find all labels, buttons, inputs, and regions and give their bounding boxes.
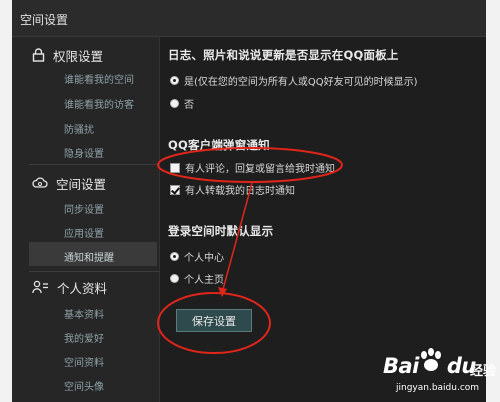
radio-button[interactable]: [170, 76, 179, 85]
watermark-url: jingyan.baidu.com: [396, 383, 480, 393]
sidebar-item-anti-harassment[interactable]: 防骚扰: [64, 121, 94, 136]
window: 空间设置 权限设置 谁能看我的空间 谁能看我的访客 防骚扰 隐身设置 空间设置 …: [0, 0, 500, 402]
watermark-brand: Bai du: [383, 354, 476, 378]
title-bar: 空间设置: [12, 0, 486, 37]
left-margin: [0, 0, 12, 402]
sidebar-section-profile[interactable]: 个人资料: [32, 277, 107, 297]
user-card-icon: [32, 280, 48, 294]
section-heading-qq-panel: 日志、照片和说说更新是否显示在QQ面板上: [168, 48, 399, 62]
radio-option-personal-center[interactable]: 个人中心: [170, 249, 224, 264]
radio-label: 个人主页: [184, 275, 224, 286]
radio-option-no[interactable]: 否: [170, 96, 194, 111]
sidebar-item-space-info[interactable]: 空间资料: [64, 354, 104, 369]
sidebar-section-label: 空间设置: [56, 176, 107, 192]
sidebar-item-who-can-view-space[interactable]: 谁能看我的空间: [64, 71, 134, 86]
radio-label: 是(仅在您的空间为所有人或QQ好友可见的时候显示): [184, 77, 418, 88]
lock-icon: [32, 48, 45, 62]
section-heading-popup: QQ客户端弹窗通知: [168, 138, 270, 152]
checkbox[interactable]: [170, 184, 180, 195]
watermark-brand-part1: Bai: [383, 354, 419, 378]
watermark-cn: 经验: [470, 364, 497, 379]
checkbox[interactable]: [170, 162, 180, 173]
radio-option-personal-homepage[interactable]: 个人主页: [170, 271, 224, 286]
sidebar: 权限设置 谁能看我的空间 谁能看我的访客 防骚扰 隐身设置 空间设置 同步设置 …: [12, 37, 160, 402]
sidebar-item-hobbies[interactable]: 我的爱好: [64, 330, 104, 345]
sidebar-item-space-avatar[interactable]: 空间头像: [64, 378, 104, 393]
checkbox-label: 有人转载我的日志时通知: [185, 186, 295, 197]
section-heading-default-view: 登录空间时默认显示: [168, 224, 274, 238]
checkbox-option-comment-notify[interactable]: 有人评论，回复或留言给我时通知: [170, 160, 335, 175]
sidebar-item-sync[interactable]: 同步设置: [64, 201, 104, 216]
radio-button[interactable]: [170, 274, 179, 283]
cloud-gear-icon: [32, 177, 48, 188]
right-margin: [486, 0, 500, 402]
sidebar-item-apps[interactable]: 应用设置: [64, 225, 104, 240]
radio-button[interactable]: [170, 99, 179, 108]
sidebar-section-label: 个人资料: [57, 280, 108, 296]
sidebar-item-who-can-view-visitors[interactable]: 谁能看我的访客: [64, 96, 134, 111]
save-button[interactable]: 保存设置: [176, 309, 252, 332]
radio-label: 否: [184, 100, 194, 111]
sidebar-section-space-settings[interactable]: 空间设置: [32, 173, 106, 193]
sidebar-item-notifications[interactable]: 通知和提醒: [64, 249, 114, 264]
sidebar-divider: [29, 164, 159, 165]
radio-option-yes[interactable]: 是(仅在您的空间为所有人或QQ好友可见的时候显示): [170, 73, 418, 88]
checkbox-label: 有人评论，回复或留言给我时通知: [185, 164, 335, 175]
radio-label: 个人中心: [184, 253, 224, 264]
sidebar-divider: [29, 271, 159, 272]
sidebar-item-basic-info[interactable]: 基本资料: [64, 306, 104, 321]
window-title: 空间设置: [20, 13, 69, 27]
sidebar-item-invisible[interactable]: 隐身设置: [64, 145, 104, 160]
sidebar-section-label: 权限设置: [53, 48, 104, 64]
checkbox-option-repost-notify[interactable]: 有人转载我的日志时通知: [170, 182, 295, 197]
sidebar-section-permissions[interactable]: 权限设置: [32, 45, 103, 65]
radio-button[interactable]: [170, 252, 179, 261]
